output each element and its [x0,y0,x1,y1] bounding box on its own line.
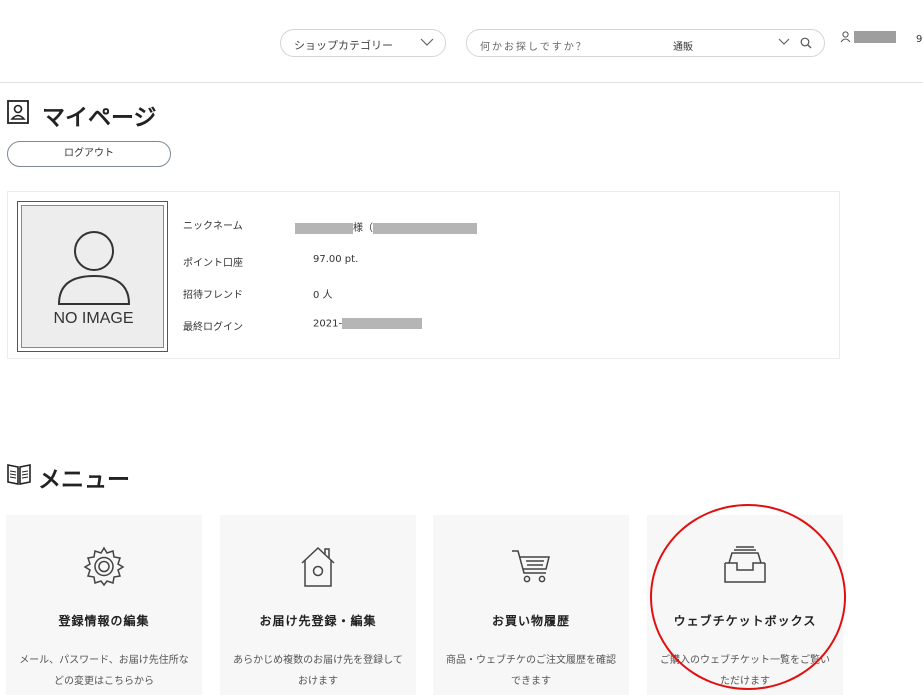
menu-card-desc: メール、パスワード、お届け先住所などの変更はこちらから [19,655,189,687]
friends-value: 0 人 [313,290,333,301]
cart-icon [433,545,629,589]
redacted-login-date [342,318,423,329]
menu-card-title: ウェブチケットボックス [673,614,817,628]
menu-card-title: お届け先登録・編集 [259,614,377,628]
person-icon [57,231,131,305]
menu-title-text: メニュー [38,467,130,493]
book-icon [7,463,31,489]
nickname-label: ニックネーム [183,221,243,232]
nickname-suffix: 様（ [353,223,373,234]
menu-card-desc: あらかじめ複数のお届け先を登録しておけます [233,655,403,687]
last-login-value: 2021- [313,318,343,330]
menu-card-edit-profile[interactable]: 登録情報の編集 メール、パスワード、お届け先住所などの変更はこちらから [6,515,202,695]
header-trunc-text: 9 [916,34,923,45]
logout-button[interactable]: ログアウト [7,141,171,167]
chevron-down-icon [420,37,434,50]
page-title-text: マイページ [42,105,157,131]
menu-card-desc: ご購入のウェブチケット一覧をご覧いただけます [660,655,830,687]
search-icon[interactable] [800,37,812,52]
last-login-label: 最終ログイン [183,322,243,333]
points-label: ポイント口座 [183,258,243,269]
menu-card-purchase-history[interactable]: お買い物履歴 商品・ウェブチケのご注文履歴を確認できます [433,515,629,695]
search-scope-select[interactable]: 通販 [673,38,693,53]
shop-category-select[interactable]: ショップカテゴリー [280,29,446,57]
menu-card-web-ticket-box[interactable]: ウェブチケットボックス ご購入のウェブチケット一覧をご覧いただけます [647,515,843,695]
avatar: NO IMAGE [17,201,168,352]
inbox-tray-icon [647,545,843,589]
profile-card-icon [7,100,29,128]
search-bar[interactable]: 何かお探しですか？ 通販 [466,29,825,57]
friends-label: 招待フレンド [183,290,243,301]
menu-card-delivery-address[interactable]: お届け先登録・編集 あらかじめ複数のお届け先を登録しておけます [220,515,416,695]
no-image-label: NO IMAGE [53,310,134,327]
gear-icon [6,545,202,591]
chevron-down-icon[interactable] [778,37,790,50]
shop-category-label: ショップカテゴリー [294,39,393,52]
profile-panel: NO IMAGE ニックネーム 様（ ポイント口座 97.00 pt. 招待フレ… [7,191,840,359]
site-header: ショップカテゴリー 何かお探しですか？ 通販 9 [0,0,923,83]
points-value: 97.00 pt. [313,254,359,265]
menu-card-title: 登録情報の編集 [58,614,150,628]
redacted-nickname [295,222,353,234]
redacted-username [854,31,896,43]
user-icon [840,31,851,46]
menu-card-title: お買い物履歴 [491,614,570,628]
redacted-nickname-detail [373,222,477,234]
house-icon [220,545,416,593]
search-input[interactable]: 何かお探しですか？ [480,38,588,53]
menu-card-desc: 商品・ウェブチケのご注文履歴を確認できます [446,655,616,687]
